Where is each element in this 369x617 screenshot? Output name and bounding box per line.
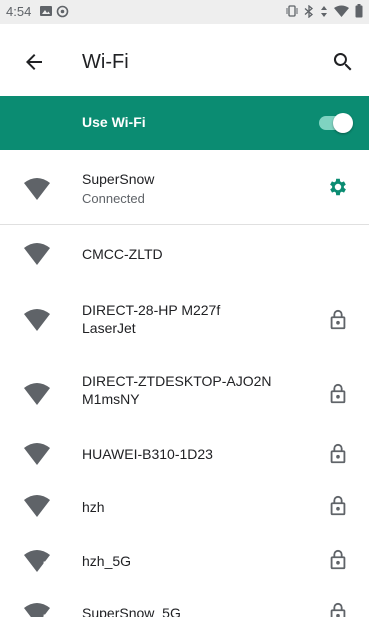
- network-status: Connected: [82, 191, 145, 206]
- wifi-band-label: 4: [43, 188, 49, 198]
- wifi-signal-icon: 4: [24, 495, 54, 517]
- search-button[interactable]: [331, 50, 355, 74]
- gallery-icon: [40, 5, 52, 21]
- lock-icon: [327, 602, 349, 617]
- lock-icon: [327, 495, 349, 517]
- wifi-signal-icon: 5: [24, 603, 54, 617]
- use-wifi-toggle[interactable]: [317, 113, 353, 133]
- use-wifi-label: Use Wi-Fi: [82, 114, 146, 130]
- lock-icon: [327, 549, 349, 571]
- wifi-signal-icon: 4: [24, 383, 54, 405]
- network-item[interactable]: 5 hzh_5G: [0, 535, 369, 587]
- lock-icon: [327, 383, 349, 405]
- network-name: HUAWEI-B310-1D23: [82, 446, 213, 462]
- page-title: Wi-Fi: [82, 51, 129, 73]
- network-name: DIRECT-28-HP M227f LaserJet: [82, 302, 221, 336]
- search-icon: [333, 53, 352, 71]
- wifi-signal-icon: 5: [24, 550, 54, 572]
- network-item[interactable]: 4 DIRECT-ZTDESKTOP-AJO2N M1msNY: [0, 355, 369, 431]
- wifi-band-label: 5: [43, 613, 48, 617]
- lock-icon: [327, 309, 349, 331]
- lock-icon: [327, 443, 349, 465]
- network-item[interactable]: 4 HUAWEI-B310-1D23: [0, 431, 369, 479]
- network-name: hzh_5G: [82, 553, 132, 569]
- network-item[interactable]: 4 DIRECT-28-HP M227f LaserJet: [0, 283, 369, 355]
- settings-icon: [330, 178, 346, 196]
- network-item[interactable]: 4 SuperSnow Connected: [0, 150, 369, 224]
- status-bar: 4:54: [0, 0, 369, 24]
- network-name: SuperSnow_5G: [82, 605, 181, 617]
- wifi-signal-icon: 4: [24, 309, 54, 331]
- bluetooth-icon: [304, 4, 314, 21]
- back-button[interactable]: [22, 50, 46, 74]
- use-wifi-bar[interactable]: Use Wi-Fi: [0, 96, 369, 150]
- network-settings-button[interactable]: [327, 176, 349, 198]
- wifi-band-label: 4: [43, 393, 49, 403]
- network-name: hzh: [82, 499, 105, 515]
- data-icon: [320, 5, 328, 21]
- app-bar: Wi-Fi: [0, 24, 369, 96]
- wifi-band-label: 4: [43, 319, 49, 329]
- wifi-icon: [334, 5, 349, 20]
- wifi-signal-icon: 4: [24, 443, 54, 465]
- status-time: 4:54: [6, 4, 32, 19]
- network-name: DIRECT-ZTDESKTOP-AJO2N M1msNY: [82, 373, 272, 407]
- network-item[interactable]: 4 hzh: [0, 479, 369, 535]
- network-name: CMCC-ZLTD: [82, 246, 163, 262]
- vibrate-icon: [286, 5, 298, 20]
- wifi-band-label: 4: [43, 253, 49, 263]
- battery-icon: [355, 4, 363, 21]
- wifi-band-label: 5: [43, 560, 49, 570]
- wifi-band-label: 4: [43, 453, 49, 463]
- network-item[interactable]: 5 SuperSnow_5G: [0, 587, 369, 617]
- toggle-thumb: [333, 113, 353, 133]
- network-item[interactable]: 4 CMCC-ZLTD: [0, 225, 369, 283]
- wifi-signal-icon: 4: [24, 243, 54, 265]
- arrow-left-icon: [26, 54, 42, 70]
- sync-icon: [56, 5, 69, 21]
- wifi-band-label: 4: [43, 505, 49, 515]
- wifi-signal-icon: 4: [24, 178, 54, 200]
- network-name: SuperSnow: [82, 171, 155, 187]
